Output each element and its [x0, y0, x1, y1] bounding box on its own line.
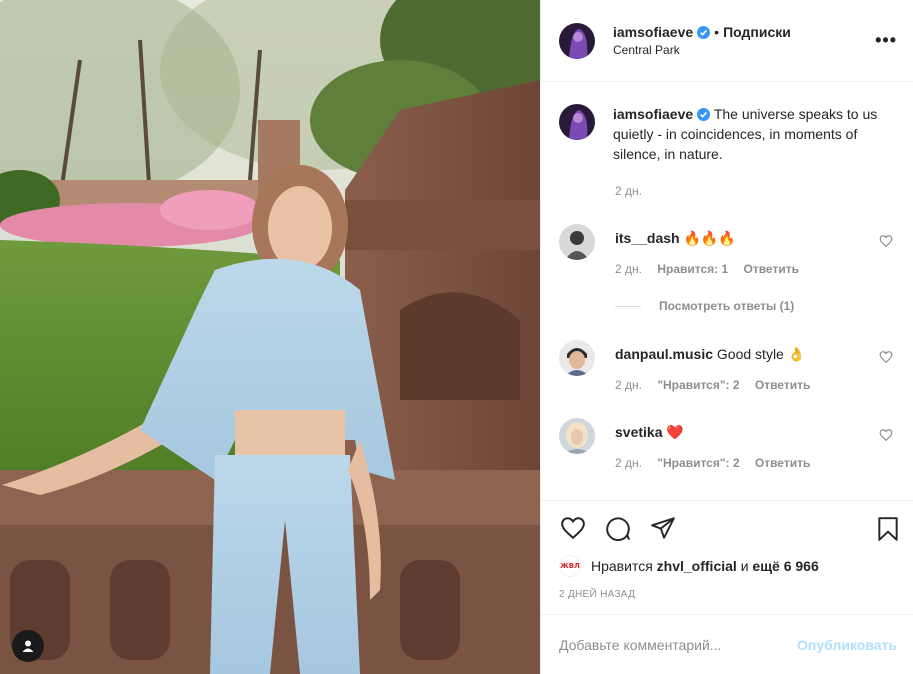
- action-icons: [557, 515, 901, 543]
- verified-icon: [697, 108, 711, 121]
- comment-time[interactable]: 2 дн.: [615, 378, 642, 392]
- like-comment-icon[interactable]: [879, 234, 893, 248]
- post-action-bar: ЖВЛ Нравится zhvl_official и ещё 6 966 2…: [541, 500, 913, 614]
- reply-button[interactable]: Ответить: [744, 262, 799, 276]
- more-options-icon[interactable]: •••: [875, 31, 897, 49]
- comment-actions: 2 дн. "Нравится": 2 Ответить: [615, 378, 822, 392]
- comment-line: danpaul.music Good style 👌: [615, 346, 805, 363]
- author-username[interactable]: iamsofiaeve: [613, 24, 693, 40]
- like-comment-icon[interactable]: [879, 428, 893, 442]
- caption-username[interactable]: iamsofiaeve: [613, 106, 693, 122]
- following-button[interactable]: Подписки: [723, 24, 791, 40]
- caption-body: iamsofiaeve The universe speaks to us qu…: [613, 104, 898, 164]
- post-header: iamsofiaeve • Подписки Central Park •••: [541, 0, 913, 82]
- publish-button[interactable]: Опубликовать: [797, 637, 897, 653]
- comment-likes[interactable]: Нравится: 1: [657, 262, 728, 276]
- comment-actions: 2 дн. Нравится: 1 Ответить: [615, 262, 811, 276]
- commenter-avatar[interactable]: [559, 418, 595, 454]
- comment-text: 🔥🔥🔥: [683, 230, 736, 246]
- reply-button[interactable]: Ответить: [755, 378, 810, 392]
- likes-prefix: Нравится: [591, 558, 653, 574]
- post-timestamp[interactable]: 2 ДНЕЙ НАЗАД: [559, 589, 635, 600]
- author-avatar[interactable]: [559, 22, 595, 59]
- comment-line: its__dash 🔥🔥🔥: [615, 230, 736, 247]
- reply-button[interactable]: Ответить: [755, 456, 810, 470]
- liker-username[interactable]: zhvl_official: [657, 558, 737, 574]
- post-image: [0, 0, 540, 674]
- comments-list[interactable]: iamsofiaeve The universe speaks to us qu…: [541, 82, 913, 500]
- heart-icon[interactable]: [559, 515, 587, 541]
- author-avatar[interactable]: [559, 104, 595, 140]
- add-comment-form: Опубликовать: [541, 614, 913, 674]
- commenter-username[interactable]: danpaul.music: [615, 346, 713, 362]
- view-replies-label: Посмотреть ответы (1): [659, 299, 795, 313]
- bookmark-icon[interactable]: [875, 515, 901, 543]
- commenter-avatar[interactable]: [559, 224, 595, 260]
- comment-time[interactable]: 2 дн.: [615, 262, 642, 276]
- liker-avatar[interactable]: ЖВЛ: [559, 555, 581, 577]
- view-replies-button[interactable]: Посмотреть ответы (1): [615, 299, 794, 313]
- like-comment-icon[interactable]: [879, 350, 893, 364]
- comment-line: svetika ❤️: [615, 424, 684, 441]
- user-tag-icon[interactable]: [12, 630, 44, 662]
- commenter-username[interactable]: svetika: [615, 424, 662, 440]
- comment-time[interactable]: 2 дн.: [615, 456, 642, 470]
- comment-icon[interactable]: [604, 515, 632, 541]
- caption-time[interactable]: 2 дн.: [615, 184, 642, 198]
- commenter-avatar[interactable]: [559, 340, 595, 376]
- comment-likes[interactable]: "Нравится": 2: [657, 456, 739, 470]
- comment-input[interactable]: [559, 636, 798, 653]
- share-icon[interactable]: [649, 515, 677, 541]
- likes-count-button[interactable]: ещё 6 966: [752, 558, 818, 574]
- comment-text: ❤️: [666, 424, 684, 440]
- comment-text: Good style 👌: [716, 346, 806, 362]
- commenter-username[interactable]: its__dash: [615, 230, 680, 246]
- likes-summary: ЖВЛ Нравится zhvl_official и ещё 6 966: [559, 555, 819, 577]
- comment-likes[interactable]: "Нравится": 2: [657, 378, 739, 392]
- verified-icon: [697, 25, 711, 39]
- post-details-panel: iamsofiaeve • Подписки Central Park ••• ia…: [540, 0, 913, 674]
- location-link[interactable]: Central Park: [613, 41, 791, 59]
- post-photo[interactable]: [0, 0, 540, 674]
- separator-dot: •: [714, 23, 720, 40]
- replies-divider: [615, 305, 641, 307]
- comment-actions: 2 дн. "Нравится": 2 Ответить: [615, 456, 822, 470]
- likes-connector: и: [740, 558, 749, 574]
- caption: iamsofiaeve The universe speaks to us qu…: [559, 104, 899, 198]
- header-meta: iamsofiaeve • Подписки Central Park: [613, 23, 791, 59]
